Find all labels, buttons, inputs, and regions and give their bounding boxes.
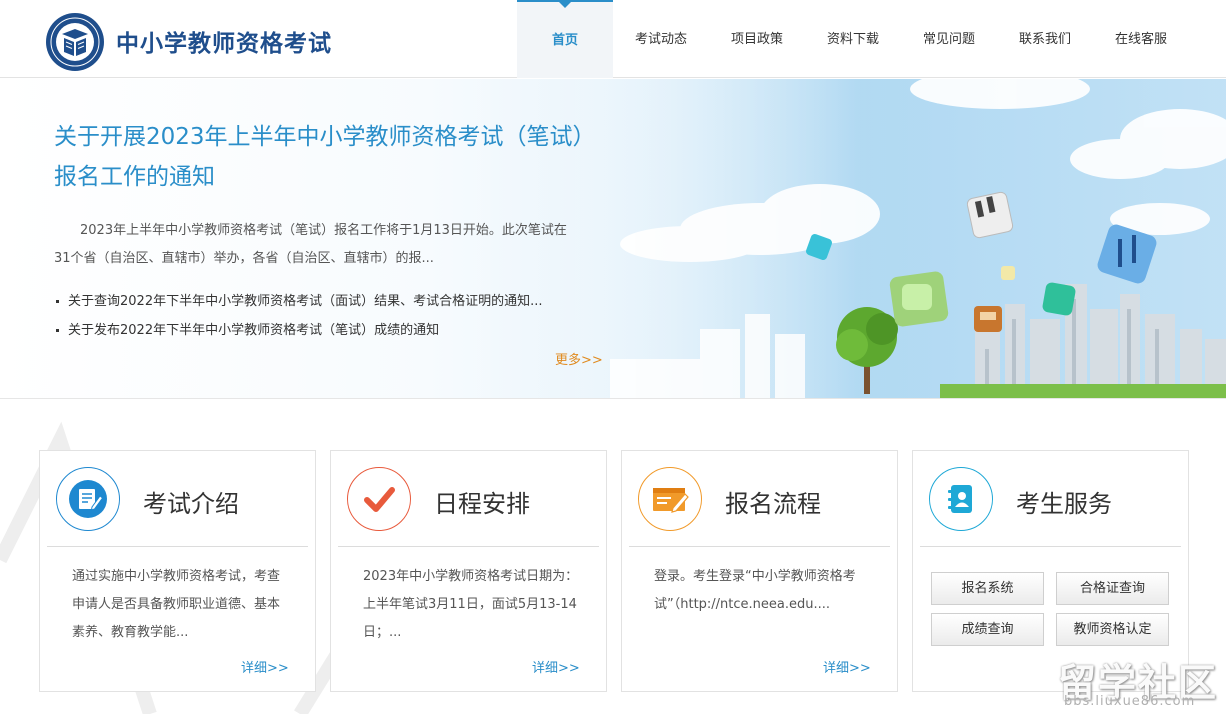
card-divider bbox=[47, 546, 308, 547]
nav-home[interactable]: 首页 bbox=[517, 0, 613, 78]
more-news-link[interactable]: 更多>> bbox=[555, 349, 603, 368]
card-title[interactable]: 考试介绍 bbox=[143, 484, 239, 519]
checkmark-icon bbox=[347, 467, 411, 531]
nav-exam-news[interactable]: 考试动态 bbox=[613, 0, 709, 78]
card-divider bbox=[920, 546, 1181, 547]
news-item[interactable]: 关于查询2022年下半年中小学教师资格考试（面试）结果、考试合格证明的通知... bbox=[56, 287, 586, 316]
card-more-link[interactable]: 详细>> bbox=[241, 657, 289, 676]
card-schedule: 日程安排 2023年中小学教师资格考试日期为：上半年笔试3月11日，面试5月13… bbox=[330, 450, 607, 692]
card-more-link[interactable]: 详细>> bbox=[823, 657, 871, 676]
card-text: 登录。考生登录“中小学教师资格考试”（http://ntce.neea.edu.… bbox=[654, 569, 856, 612]
card-divider bbox=[338, 546, 599, 547]
bullet-icon bbox=[56, 300, 59, 303]
headline-summary: 2023年上半年中小学教师资格考试（笔试）报名工作将于1月13日开始。此次笔试在… bbox=[54, 223, 567, 266]
news-item-label: 关于查询2022年下半年中小学教师资格考试（面试）结果、考试合格证明的通知... bbox=[68, 294, 543, 309]
site-header: 中小学教师资格考试 首页 考试动态 项目政策 资料下载 常见问题 联系我们 在线… bbox=[0, 0, 1226, 78]
registration-system-button[interactable]: 报名系统 bbox=[931, 572, 1044, 605]
nav-contact[interactable]: 联系我们 bbox=[997, 0, 1093, 78]
news-item-label: 关于发布2022年下半年中小学教师资格考试（笔试）成绩的通知 bbox=[68, 323, 440, 338]
teacher-certification-button[interactable]: 教师资格认定 bbox=[1056, 613, 1169, 646]
card-registration-process: 报名流程 登录。考生登录“中小学教师资格考试”（http://ntce.neea… bbox=[621, 450, 898, 692]
hero-banner: 关于开展2023年上半年中小学教师资格考试（笔试）报名工作的通知 2023年上半… bbox=[0, 79, 1226, 399]
nav-faq[interactable]: 常见问题 bbox=[901, 0, 997, 78]
card-text: 通过实施中小学教师资格考试，考查申请人是否具备教师职业道德、基本素养、教育教学能… bbox=[72, 569, 281, 640]
headline-news-link[interactable]: 关于开展2023年上半年中小学教师资格考试（笔试）报名工作的通知 bbox=[54, 117, 594, 197]
bullet-icon bbox=[56, 329, 59, 332]
card-title[interactable]: 报名流程 bbox=[725, 484, 821, 519]
certificate-query-button[interactable]: 合格证查询 bbox=[1056, 572, 1169, 605]
card-text: 2023年中小学教师资格考试日期为：上半年笔试3月11日，面试5月13-14日；… bbox=[363, 569, 579, 640]
form-pen-icon bbox=[638, 467, 702, 531]
contact-book-icon bbox=[929, 467, 993, 531]
card-title[interactable]: 考生服务 bbox=[1016, 484, 1112, 519]
news-list: 关于查询2022年下半年中小学教师资格考试（面试）结果、考试合格证明的通知...… bbox=[56, 287, 586, 345]
exam-emblem-logo[interactable] bbox=[44, 12, 106, 72]
document-pen-icon bbox=[56, 467, 120, 531]
nav-downloads[interactable]: 资料下载 bbox=[805, 0, 901, 78]
watermark-url: bbs.liuxue86.com bbox=[1064, 694, 1196, 709]
nav-policy[interactable]: 项目政策 bbox=[709, 0, 805, 78]
score-query-button[interactable]: 成绩查询 bbox=[931, 613, 1044, 646]
nav-online-service[interactable]: 在线客服 bbox=[1093, 0, 1189, 78]
main-nav: 首页 考试动态 项目政策 资料下载 常见问题 联系我们 在线客服 bbox=[517, 0, 1189, 78]
card-title[interactable]: 日程安排 bbox=[434, 484, 530, 519]
card-divider bbox=[629, 546, 890, 547]
site-title[interactable]: 中小学教师资格考试 bbox=[116, 24, 332, 58]
news-item[interactable]: 关于发布2022年下半年中小学教师资格考试（笔试）成绩的通知 bbox=[56, 316, 586, 345]
card-more-link[interactable]: 详细>> bbox=[532, 657, 580, 676]
card-exam-intro: 考试介绍 通过实施中小学教师资格考试，考查申请人是否具备教师职业道德、基本素养、… bbox=[39, 450, 316, 692]
